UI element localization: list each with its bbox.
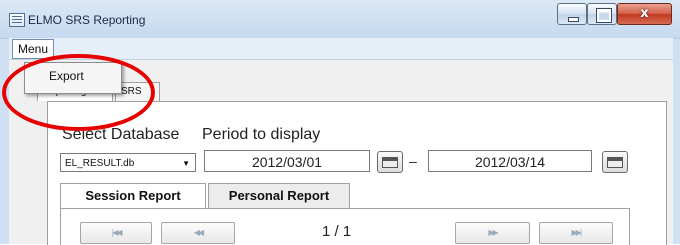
- next-page-button[interactable]: ▶▶: [455, 222, 530, 244]
- close-button[interactable]: x: [617, 3, 672, 25]
- menu-button[interactable]: Menu: [12, 39, 55, 59]
- app-window: ELMO SRS Reporting x Menu Reporting SRS …: [0, 0, 680, 245]
- page-indicator: 1 / 1: [322, 223, 352, 240]
- skip-last-icon: ▶▶|: [571, 228, 583, 237]
- last-page-button[interactable]: ▶▶|: [539, 222, 613, 244]
- minimize-icon: [568, 17, 579, 22]
- window-title: ELMO SRS Reporting: [28, 13, 146, 27]
- database-value: EL_RESULT.db: [65, 158, 135, 169]
- close-icon: x: [640, 6, 649, 21]
- period-label: Period to display: [202, 126, 321, 143]
- first-page-button[interactable]: |◀◀: [80, 222, 152, 244]
- menu-bar: Menu: [9, 38, 673, 60]
- menu-item-export[interactable]: Export: [49, 69, 84, 83]
- app-grid-icon: [9, 13, 25, 27]
- date-from-calendar-button[interactable]: [377, 151, 403, 173]
- menu-dropdown: Export: [24, 62, 122, 94]
- date-from-field[interactable]: 2012/03/01: [204, 150, 370, 172]
- fast-forward-icon: ▶▶: [488, 228, 498, 237]
- calendar-icon: [382, 157, 398, 168]
- maximize-icon: [596, 8, 612, 23]
- tab-personal-report[interactable]: Personal Report: [208, 183, 350, 208]
- tab-session-report[interactable]: Session Report: [60, 183, 206, 209]
- calendar-icon: [607, 157, 623, 168]
- database-select[interactable]: EL_RESULT.db ▼: [60, 153, 196, 172]
- date-range-separator: –: [409, 153, 417, 169]
- caption-buttons: x: [557, 3, 672, 26]
- previous-page-button[interactable]: ◀◀: [161, 222, 235, 244]
- chevron-down-icon: ▼: [182, 159, 190, 168]
- minimize-button[interactable]: [557, 3, 587, 25]
- select-database-label: Select Database: [62, 126, 180, 143]
- date-to-field[interactable]: 2012/03/14: [428, 150, 592, 172]
- skip-first-icon: |◀◀: [111, 228, 123, 237]
- rewind-icon: ◀◀: [193, 228, 204, 237]
- maximize-button[interactable]: [587, 3, 617, 25]
- title-bar[interactable]: ELMO SRS Reporting x: [0, 0, 680, 39]
- date-to-calendar-button[interactable]: [602, 151, 628, 173]
